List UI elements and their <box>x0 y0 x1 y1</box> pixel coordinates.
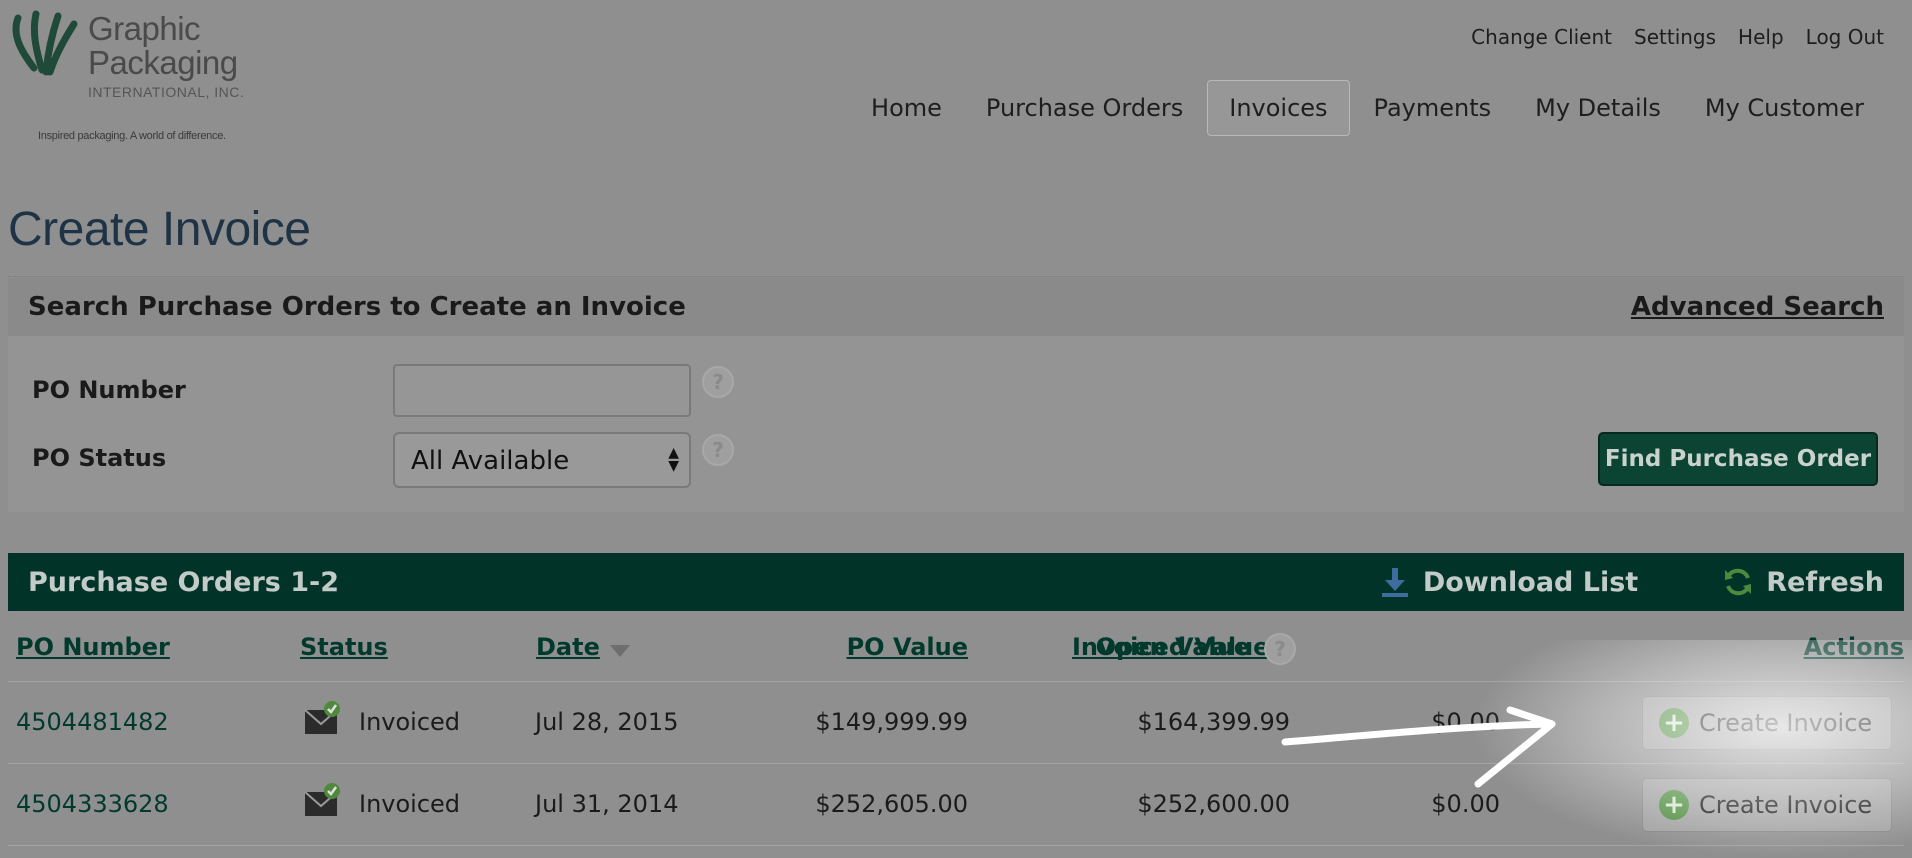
download-list-button[interactable]: Download List <box>1379 566 1638 598</box>
search-panel-header: Search Purchase Orders to Create an Invo… <box>8 278 1904 336</box>
po-number-link[interactable]: 4504481482 <box>16 708 169 736</box>
log-out-link[interactable]: Log Out <box>1806 25 1884 49</box>
search-panel-title: Search Purchase Orders to Create an Invo… <box>28 292 686 322</box>
refresh-icon <box>1725 568 1752 596</box>
advanced-search-link[interactable]: Advanced Search <box>1631 292 1884 322</box>
download-list-label: Download List <box>1422 566 1639 598</box>
col-po-value[interactable]: PO Value <box>847 633 968 661</box>
po-value-cell: $252,605.00 <box>815 790 968 818</box>
nav-invoices[interactable]: Invoices <box>1207 80 1350 136</box>
logo-tagline: Inspired packaging. A world of differenc… <box>38 130 226 142</box>
po-number-label: PO Number <box>32 376 186 404</box>
po-number-help-icon[interactable]: ? <box>702 366 734 398</box>
col-status[interactable]: Status <box>300 633 388 661</box>
po-number-link[interactable]: 4504333628 <box>16 790 169 818</box>
find-purchase-order-button[interactable]: Find Purchase Order <box>1598 432 1878 486</box>
table-row: 4504333628 Invoiced Jul 31, 2014 $252,60… <box>8 764 1904 846</box>
col-actions[interactable]: Actions <box>1804 633 1904 661</box>
purchase-orders-table: PO Number Status Date PO Value Invoiced … <box>8 611 1904 846</box>
logo-text-graphic: Graphic <box>88 10 201 47</box>
table-header-row: PO Number Status Date PO Value Invoiced … <box>8 611 1904 682</box>
nav-my-details[interactable]: My Details <box>1513 84 1683 132</box>
refresh-label: Refresh <box>1766 566 1884 598</box>
settings-link[interactable]: Settings <box>1634 25 1716 49</box>
invoiced-status-icon <box>304 783 340 816</box>
plus-circle-icon: + <box>1659 790 1689 820</box>
nav-my-customer[interactable]: My Customer <box>1683 84 1886 132</box>
nav-home[interactable]: Home <box>849 84 964 132</box>
results-header-bar: Purchase Orders 1-2 Download List Refres… <box>8 553 1904 611</box>
po-status-selected-value: All Available <box>411 446 570 476</box>
utility-nav: Change Client Settings Help Log Out <box>1471 25 1884 49</box>
select-arrows-icon: ▲ ▼ <box>668 445 679 474</box>
po-status-label: PO Status <box>32 444 167 472</box>
invoiced-value-help-icon[interactable]: ? <box>1264 633 1296 665</box>
sort-desc-icon <box>610 645 630 657</box>
title-divider <box>8 276 1904 277</box>
create-invoice-button[interactable]: + Create Invoice <box>1642 696 1892 750</box>
invoiced-value-cell: $252,600.00 <box>1137 790 1290 818</box>
status-text: Invoiced <box>359 708 461 736</box>
po-number-input[interactable] <box>393 364 691 417</box>
po-status-select[interactable]: All Available ▲ ▼ <box>393 432 691 488</box>
col-po-number[interactable]: PO Number <box>16 633 170 661</box>
date-cell: Jul 28, 2015 <box>535 708 679 736</box>
nav-purchase-orders[interactable]: Purchase Orders <box>964 84 1205 132</box>
change-client-link[interactable]: Change Client <box>1471 25 1612 49</box>
nav-payments[interactable]: Payments <box>1352 84 1514 132</box>
leaf-logo-icon <box>12 10 78 76</box>
po-status-help-icon[interactable]: ? <box>702 434 734 466</box>
main-nav: Home Purchase Orders Invoices Payments M… <box>849 80 1886 136</box>
create-invoice-button[interactable]: + Create Invoice <box>1642 778 1892 832</box>
logo-text-international: INTERNATIONAL, INC. <box>88 84 245 100</box>
invoiced-status-icon <box>304 701 340 734</box>
plus-circle-icon: + <box>1659 708 1689 738</box>
date-cell: Jul 31, 2014 <box>535 790 679 818</box>
annotation-arrow-icon <box>1281 706 1556 788</box>
col-open-value[interactable]: Open Value <box>1096 633 1250 661</box>
create-invoice-label: Create Invoice <box>1699 791 1873 819</box>
logo-text-packaging: Packaging <box>88 44 238 81</box>
table-row: 4504481482 Invoiced Jul 28, 2015 $149,99… <box>8 682 1904 764</box>
refresh-button[interactable]: Refresh <box>1722 566 1884 598</box>
page-title: Create Invoice <box>8 203 311 256</box>
results-title: Purchase Orders 1-2 <box>28 566 340 598</box>
search-panel: Search Purchase Orders to Create an Invo… <box>8 278 1904 512</box>
col-date[interactable]: Date <box>536 633 600 661</box>
download-icon <box>1381 568 1408 597</box>
status-text: Invoiced <box>359 790 461 818</box>
create-invoice-label: Create Invoice <box>1699 709 1873 737</box>
help-link[interactable]: Help <box>1738 25 1784 49</box>
invoiced-value-cell: $164,399.99 <box>1137 708 1290 736</box>
company-logo[interactable]: Graphic Packaging INTERNATIONAL, INC. In… <box>6 8 266 148</box>
po-value-cell: $149,999.99 <box>815 708 968 736</box>
